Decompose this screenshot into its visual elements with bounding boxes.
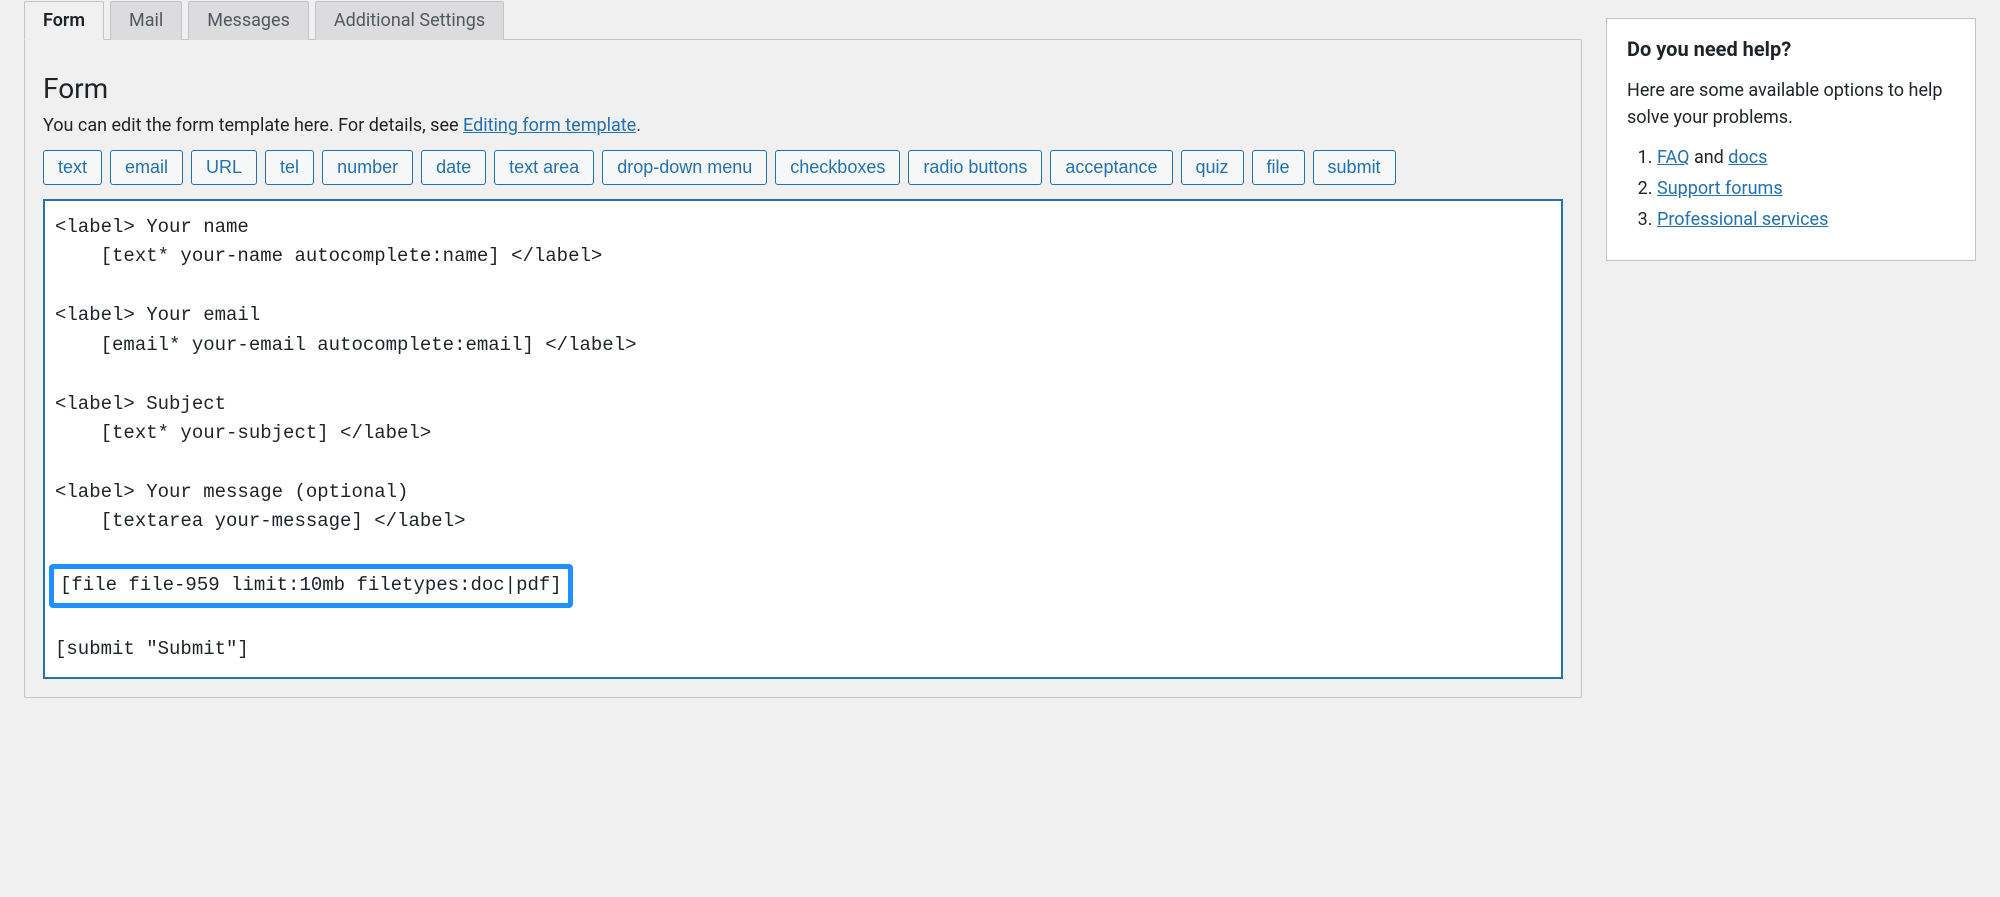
tag-text-button[interactable]: text	[43, 150, 102, 185]
tag-tel-button[interactable]: tel	[265, 150, 314, 185]
tag-button-row: text email URL tel number date text area…	[43, 150, 1563, 185]
tag-dropdown-button[interactable]: drop-down menu	[602, 150, 767, 185]
help-intro: Here are some available options to help …	[1627, 77, 1955, 131]
form-panel: Form You can edit the form template here…	[24, 39, 1582, 698]
tab-mail[interactable]: Mail	[110, 1, 182, 40]
link-docs[interactable]: docs	[1728, 147, 1767, 168]
tag-quiz-button[interactable]: quiz	[1181, 150, 1244, 185]
section-title: Form	[43, 72, 1563, 105]
tag-email-button[interactable]: email	[110, 150, 183, 185]
help-item-pro: Professional services	[1657, 209, 1955, 230]
link-support-forums[interactable]: Support forums	[1657, 178, 1783, 199]
highlighted-file-tag: [file file-959 limit:10mb filetypes:doc|…	[49, 564, 573, 607]
link-professional-services[interactable]: Professional services	[1657, 209, 1828, 230]
tag-file-button[interactable]: file	[1252, 150, 1305, 185]
help-item-faq: FAQ and docs	[1657, 147, 1955, 168]
tag-radio-button[interactable]: radio buttons	[908, 150, 1042, 185]
form-template-editor[interactable]: <label> Your name [text* your-name autoc…	[43, 199, 1563, 679]
tag-textarea-button[interactable]: text area	[494, 150, 594, 185]
tag-acceptance-button[interactable]: acceptance	[1050, 150, 1172, 185]
tab-additional-settings[interactable]: Additional Settings	[315, 1, 504, 40]
tag-checkboxes-button[interactable]: checkboxes	[775, 150, 900, 185]
help-title: Do you need help?	[1627, 37, 1955, 61]
help-item-forums: Support forums	[1657, 178, 1955, 199]
tab-messages[interactable]: Messages	[188, 1, 309, 40]
help-box: Do you need help? Here are some availabl…	[1606, 18, 1976, 261]
editor-tabs: Form Mail Messages Additional Settings	[24, 1, 1582, 40]
tag-date-button[interactable]: date	[421, 150, 486, 185]
section-description: You can edit the form template here. For…	[43, 115, 1563, 136]
link-faq[interactable]: FAQ	[1657, 147, 1689, 168]
tag-url-button[interactable]: URL	[191, 150, 257, 185]
tag-submit-button[interactable]: submit	[1313, 150, 1396, 185]
help-list: FAQ and docs Support forums Professional…	[1627, 147, 1955, 230]
tag-number-button[interactable]: number	[322, 150, 413, 185]
link-editing-form-template[interactable]: Editing form template	[463, 115, 636, 136]
tab-form[interactable]: Form	[24, 1, 104, 40]
